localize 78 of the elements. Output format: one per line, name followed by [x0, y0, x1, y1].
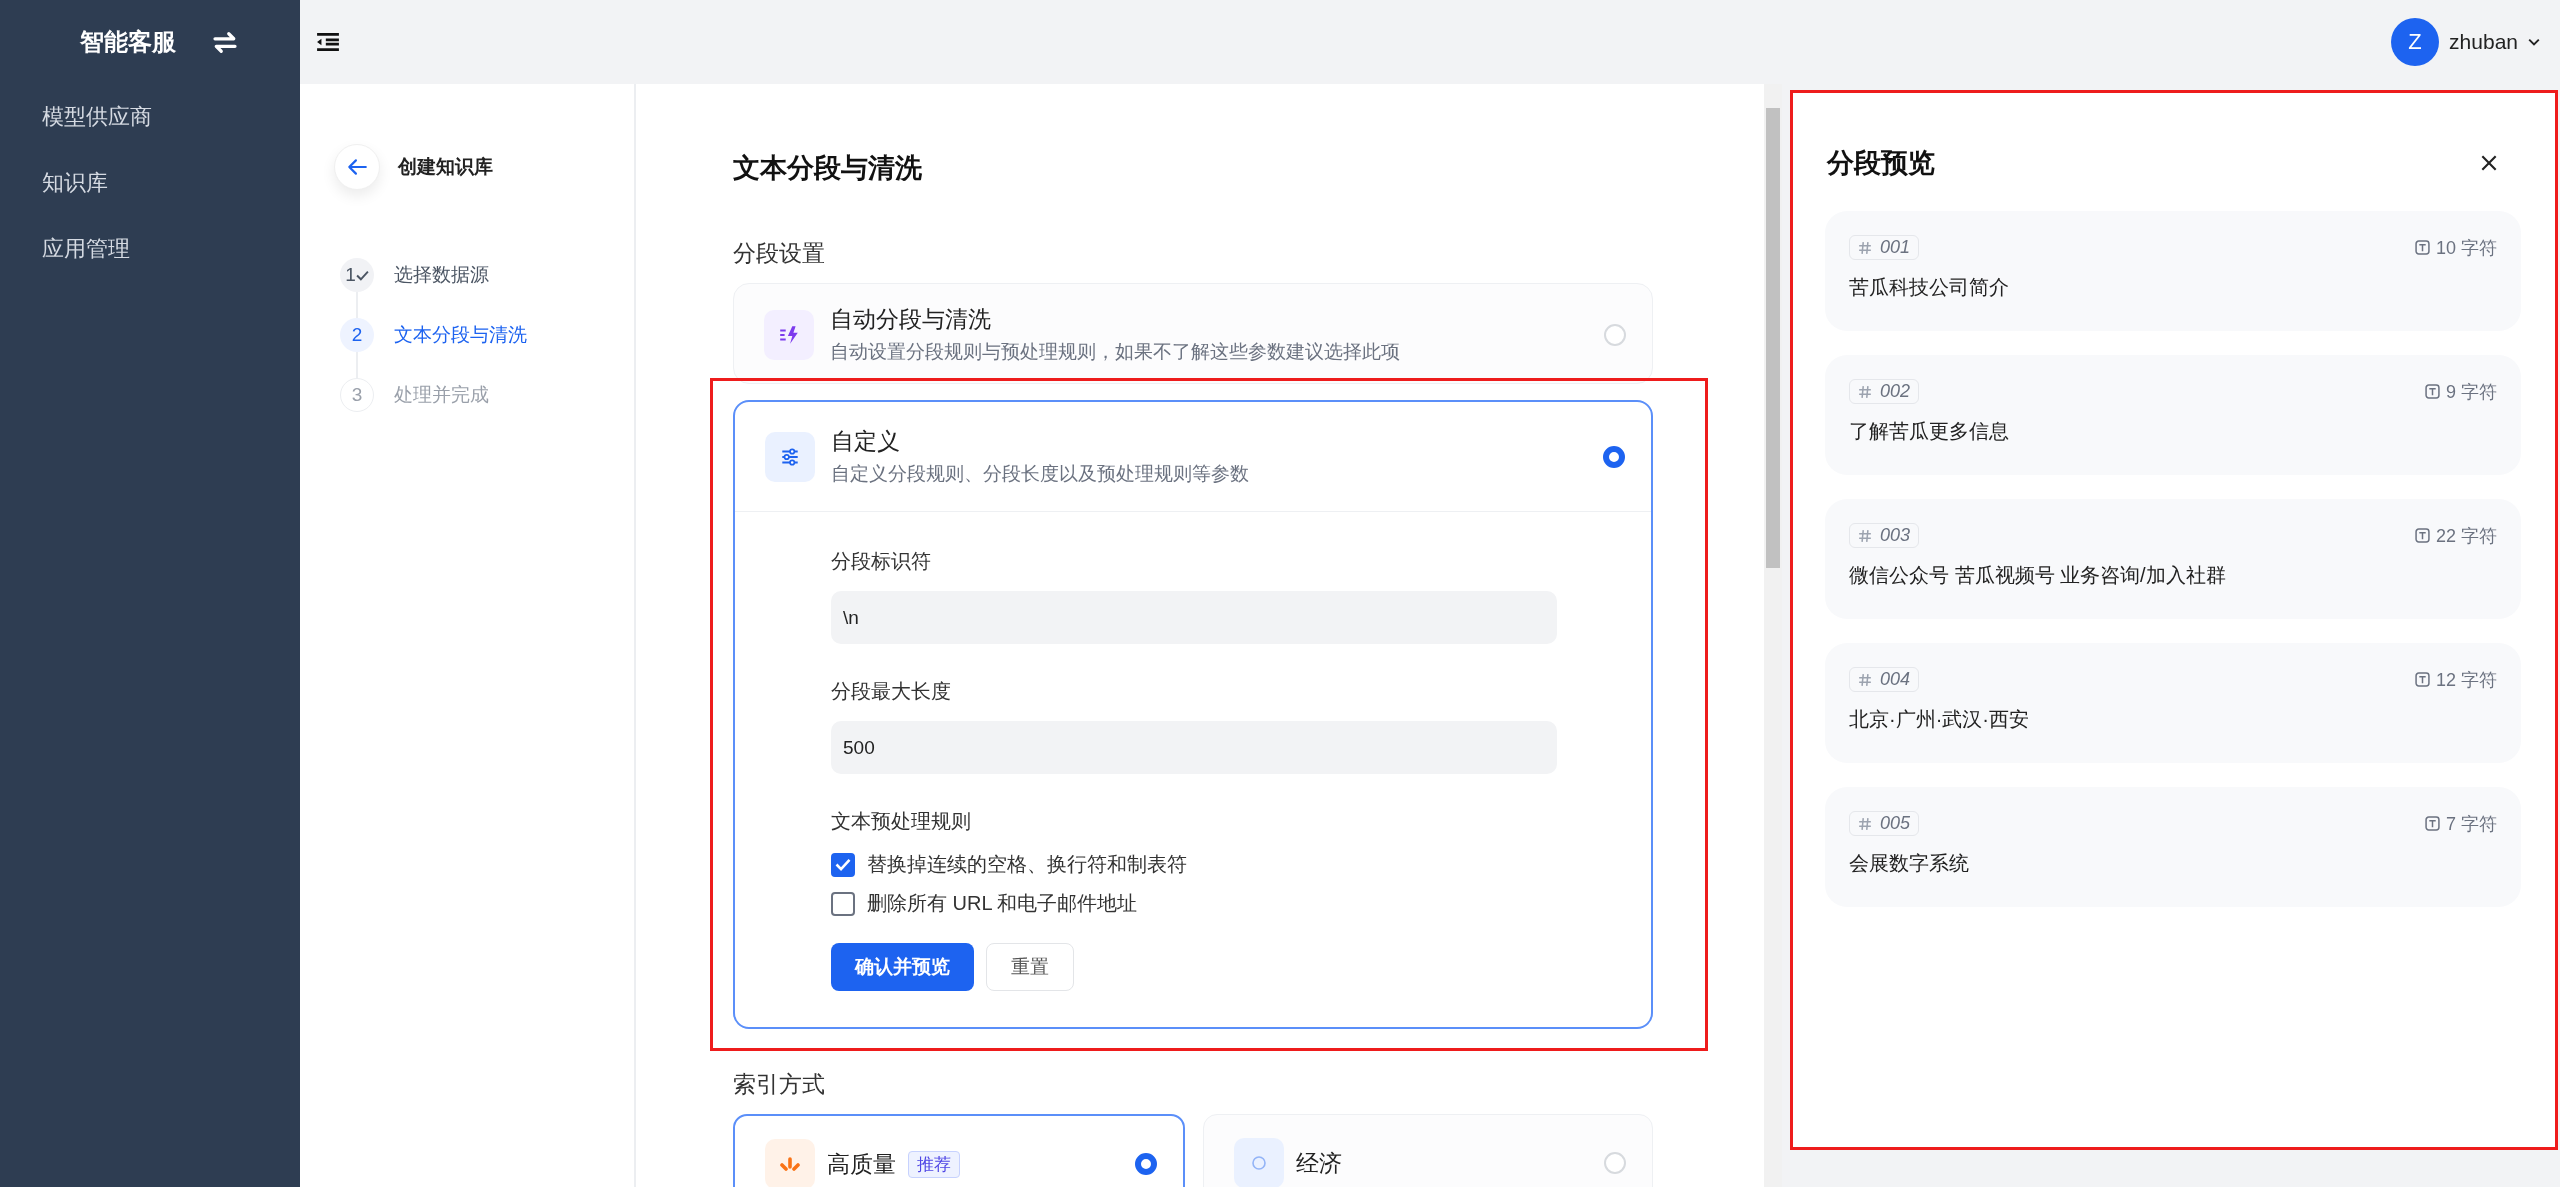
- user-avatar[interactable]: Z: [2391, 18, 2440, 66]
- checkbox[interactable]: [831, 852, 855, 877]
- hash-icon: [1858, 672, 1872, 687]
- hash-icon: [1858, 240, 1872, 255]
- sidebar-item[interactable]: 知识库: [0, 150, 300, 216]
- scrollbar[interactable]: [1764, 84, 1782, 1187]
- character-count: 12 字符: [2435, 668, 2497, 692]
- text-icon: [2425, 816, 2440, 831]
- character-count: 22 字符: [2435, 524, 2497, 548]
- action-button[interactable]: 重置: [986, 943, 1074, 991]
- checkbox[interactable]: [831, 891, 855, 916]
- option-card[interactable]: 自定义 自定义分段规则、分段长度以及预处理规则等参数 分段标识符 \n 分段最大长度 500 文本预处理规则 替换掉连续的空格、换行符和制表符 删除所有 URL 和电子邮件地址 确认并预览 重置: [733, 400, 1653, 1029]
- step-number: 2: [340, 318, 374, 352]
- lightning-icon: [778, 323, 800, 346]
- menu-icon[interactable]: [316, 32, 340, 52]
- section-label: 分段设置: [733, 239, 826, 268]
- sidebar-item[interactable]: 应用管理: [0, 216, 300, 282]
- segment-number: 003: [1849, 523, 1920, 548]
- character-count: 10 字符: [2435, 236, 2497, 260]
- field-label: 分段标识符: [831, 549, 932, 574]
- character-count: 7 字符: [2446, 812, 2497, 836]
- arrow-left-icon: [346, 158, 368, 176]
- sparkle-icon: [780, 1157, 800, 1171]
- step-label[interactable]: 选择数据源: [394, 262, 489, 288]
- option-card[interactable]: 经济: [1203, 1114, 1653, 1187]
- text-icon: [2425, 384, 2440, 399]
- check-icon: [355, 269, 369, 281]
- text-icon: [2414, 528, 2430, 543]
- brand-title: 智能客服: [80, 27, 176, 57]
- sidebar-item[interactable]: 模型供应商: [0, 84, 300, 150]
- segment-text: 微信公众号 苦瓜视频号 业务咨询/加入社群: [1849, 563, 2227, 588]
- user-name[interactable]: zhuban: [2449, 30, 2518, 54]
- page-title: 创建知识库: [398, 155, 493, 179]
- hash-icon: [1858, 816, 1872, 831]
- segment-text: 了解苦瓜更多信息: [1849, 419, 2010, 444]
- checkbox-label[interactable]: 删除所有 URL 和电子邮件地址: [867, 890, 1138, 917]
- segment-text: 苦瓜科技公司简介: [1849, 275, 2010, 300]
- option-title: 高质量: [827, 1149, 896, 1179]
- option-description: 自定义分段规则、分段长度以及预处理规则等参数: [831, 462, 1250, 486]
- action-button[interactable]: 确认并预览: [831, 943, 974, 991]
- caret-icon[interactable]: [2528, 38, 2540, 46]
- close-icon[interactable]: [2481, 155, 2497, 171]
- text-icon: [2414, 240, 2430, 255]
- panel-title: 分段预览: [1827, 147, 1935, 180]
- section-title: 文本分段与清洗: [733, 152, 923, 185]
- field-label: 分段最大长度: [831, 679, 952, 704]
- coin-icon: [1249, 1153, 1269, 1173]
- sliders-icon: [779, 445, 801, 468]
- back-button[interactable]: [334, 144, 380, 190]
- input-field[interactable]: 500: [831, 721, 1557, 774]
- option-title: 自动分段与清洗: [830, 305, 992, 334]
- option-card[interactable]: 高质量 推荐: [733, 1114, 1185, 1187]
- input-field[interactable]: \n: [831, 591, 1557, 644]
- field-label: 文本预处理规则: [831, 809, 972, 834]
- option-title: 经济: [1296, 1148, 1342, 1178]
- radio-button[interactable]: [1603, 445, 1625, 468]
- step-number: 3: [340, 378, 374, 412]
- segment-number: 001: [1849, 235, 1920, 260]
- step-number: 1: [340, 258, 374, 292]
- switch-icon[interactable]: [210, 29, 240, 55]
- option-card[interactable]: 自动分段与清洗 自动设置分段规则与预处理规则，如果不了解这些参数建议选择此项: [733, 283, 1653, 384]
- option-title: 自定义: [831, 427, 901, 456]
- checkbox-label[interactable]: 替换掉连续的空格、换行符和制表符: [867, 851, 1187, 878]
- radio-button[interactable]: [1135, 1153, 1157, 1175]
- checkmark-icon: [835, 858, 851, 871]
- recommended-badge: 推荐: [908, 1150, 960, 1178]
- section-label: 索引方式: [733, 1070, 826, 1099]
- hash-icon: [1858, 528, 1872, 543]
- hash-icon: [1858, 384, 1872, 399]
- segment-number: 004: [1849, 667, 1920, 692]
- segment-text: 北京·广州·武汉·西安: [1849, 707, 2030, 732]
- step-label[interactable]: 文本分段与清洗: [394, 322, 527, 348]
- segment-text: 会展数字系统: [1849, 851, 1970, 876]
- option-description: 自动设置分段规则与预处理规则，如果不了解这些参数建议选择此项: [830, 340, 1401, 364]
- text-icon: [2414, 672, 2430, 687]
- segment-number: 002: [1849, 379, 1920, 404]
- character-count: 9 字符: [2446, 380, 2497, 404]
- segment-number: 005: [1849, 811, 1920, 836]
